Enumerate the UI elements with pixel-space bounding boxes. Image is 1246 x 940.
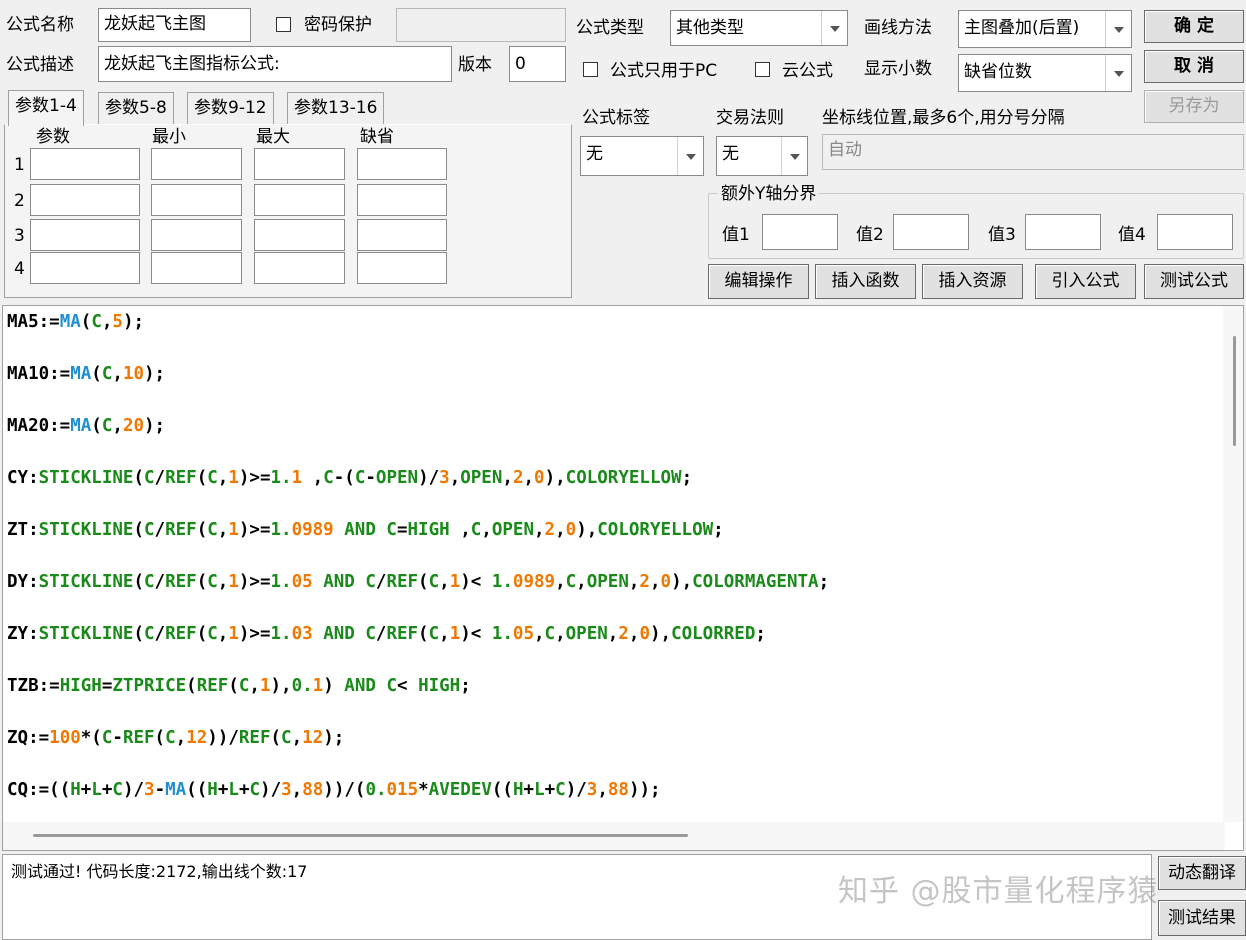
password-checkbox[interactable] — [276, 17, 291, 32]
tab-params-13-16[interactable]: 参数13-16 — [287, 92, 385, 124]
pc-only-label: 公式只用于PC — [610, 61, 718, 81]
param-header-name: 参数 — [36, 127, 70, 147]
cloud-checkbox[interactable] — [755, 62, 770, 77]
yaxis-value2-label: 值2 — [856, 225, 884, 245]
coord-line-label: 坐标线位置,最多6个,用分号分隔 — [822, 108, 1065, 128]
draw-method-select[interactable]: 主图叠加(后置) — [958, 10, 1132, 48]
param-1-max[interactable] — [254, 148, 345, 180]
param-1-name[interactable] — [30, 148, 140, 180]
formula-tag-select[interactable]: 无 — [580, 136, 704, 176]
formula-type-label: 公式类型 — [576, 18, 644, 38]
decimal-label: 显示小数 — [864, 59, 932, 79]
param-1-min[interactable] — [151, 148, 242, 180]
param-4-name[interactable] — [30, 252, 140, 284]
draw-method-value: 主图叠加(后置) — [964, 18, 1080, 38]
formula-desc-input[interactable]: 龙妖起飞主图指标公式: — [98, 46, 452, 82]
pc-only-checkbox[interactable] — [583, 62, 598, 77]
param-2-max[interactable] — [254, 184, 345, 216]
horizontal-scroll-thumb[interactable] — [33, 834, 688, 837]
param-3-max[interactable] — [254, 219, 345, 251]
vertical-scroll-thumb[interactable] — [1233, 336, 1236, 446]
yaxis-value3-label: 值3 — [988, 225, 1016, 245]
dynamic-translate-button[interactable]: 动态翻译 — [1158, 856, 1246, 890]
yaxis-group-title: 额外Y轴分界 — [718, 183, 820, 205]
formula-tag-label: 公式标签 — [582, 108, 650, 128]
version-label: 版本 — [458, 55, 492, 75]
chevron-down-icon[interactable] — [677, 137, 703, 175]
code-line: DY:STICKLINE(C/REF(C,1)>=1.05 AND C/REF(… — [7, 572, 830, 592]
chevron-down-icon[interactable] — [821, 11, 847, 45]
cloud-label: 云公式 — [782, 61, 833, 81]
code-line: CQ:=((H+L+C)/3-MA((H+L+C)/3,88))/(0.015*… — [7, 780, 661, 800]
param-row-number: 2 — [14, 191, 25, 211]
code-line: MA5:=MA(C,5); — [7, 312, 145, 332]
version-input[interactable]: 0 — [509, 46, 566, 82]
param-header-max: 最大 — [256, 127, 290, 147]
trade-rule-select[interactable]: 无 — [716, 136, 808, 176]
param-2-name[interactable] — [30, 184, 140, 216]
param-3-default[interactable] — [357, 219, 447, 251]
tab-params-9-12[interactable]: 参数9-12 — [187, 92, 274, 124]
decimal-value: 缺省位数 — [964, 62, 1032, 82]
yaxis-value1-label: 值1 — [722, 225, 750, 245]
param-row-number: 4 — [14, 259, 25, 279]
param-header-default: 缺省 — [360, 127, 394, 147]
save-as-button: 另存为 — [1144, 90, 1244, 123]
import-formula-button[interactable]: 引入公式 — [1035, 264, 1136, 299]
yaxis-value2-input[interactable] — [893, 214, 969, 250]
code-line: ZT:STICKLINE(C/REF(C,1)>=1.0989 AND C=HI… — [7, 520, 724, 540]
edit-operations-button[interactable]: 编辑操作 — [708, 264, 809, 299]
formula-type-value: 其他类型 — [676, 18, 744, 38]
param-1-default[interactable] — [357, 148, 447, 180]
insert-resource-button[interactable]: 插入资源 — [922, 264, 1023, 299]
param-4-min[interactable] — [151, 252, 242, 284]
trade-rule-value: 无 — [722, 144, 739, 164]
password-label: 密码保护 — [304, 15, 372, 35]
code-line: ZY:STICKLINE(C/REF(C,1)>=1.03 AND C/REF(… — [7, 624, 766, 644]
code-line: CY:STICKLINE(C/REF(C,1)>=1.1 ,C-(C-OPEN)… — [7, 468, 693, 488]
param-4-max[interactable] — [254, 252, 345, 284]
test-result-text: 测试通过! 代码长度:2172,输出线个数:17 — [11, 862, 308, 881]
param-4-default[interactable] — [357, 252, 447, 284]
test-formula-button[interactable]: 测试公式 — [1144, 264, 1244, 299]
param-row-number: 3 — [14, 226, 25, 246]
code-editor[interactable]: MA5:=MA(C,5); MA10:=MA(C,10); MA20:=MA(C… — [2, 305, 1244, 851]
tab-params-5-8[interactable]: 参数5-8 — [98, 92, 174, 124]
yaxis-value3-input[interactable] — [1025, 214, 1101, 250]
vertical-scrollbar[interactable] — [1223, 306, 1243, 822]
test-result-button[interactable]: 测试结果 — [1158, 900, 1246, 936]
chevron-down-icon[interactable] — [1105, 11, 1131, 47]
code-line: MA20:=MA(C,20); — [7, 416, 166, 436]
param-3-min[interactable] — [151, 219, 242, 251]
draw-method-label: 画线方法 — [864, 18, 932, 38]
yaxis-value1-input[interactable] — [762, 214, 838, 250]
code-line: TZB:=HIGH=ZTPRICE(REF(C,1),0.1) AND C< H… — [7, 676, 471, 696]
formula-name-label: 公式名称 — [6, 15, 74, 35]
code-line: ZQ:=100*(C-REF(C,12))/REF(C,12); — [7, 728, 345, 748]
horizontal-scrollbar[interactable] — [3, 822, 1225, 850]
tab-params-1-4[interactable]: 参数1-4 — [8, 90, 84, 126]
param-2-min[interactable] — [151, 184, 242, 216]
param-row-number: 1 — [14, 155, 25, 175]
yaxis-value4-input[interactable] — [1157, 214, 1233, 250]
code-line: MA10:=MA(C,10); — [7, 364, 166, 384]
param-3-name[interactable] — [30, 219, 140, 251]
param-2-default[interactable] — [357, 184, 447, 216]
yaxis-value4-label: 值4 — [1118, 225, 1146, 245]
ok-button[interactable]: 确 定 — [1144, 10, 1244, 43]
decimal-select[interactable]: 缺省位数 — [958, 54, 1132, 92]
trade-rule-label: 交易法则 — [716, 108, 784, 128]
insert-function-button[interactable]: 插入函数 — [815, 264, 916, 299]
chevron-down-icon[interactable] — [1105, 55, 1131, 91]
param-header-min: 最小 — [152, 127, 186, 147]
cancel-button[interactable]: 取 消 — [1144, 50, 1244, 83]
formula-type-select[interactable]: 其他类型 — [670, 10, 848, 46]
formula-desc-label: 公式描述 — [6, 55, 74, 75]
formula-tag-value: 无 — [586, 144, 603, 164]
watermark-text: 知乎 @股市量化程序猿 — [838, 874, 1159, 909]
coord-line-input[interactable]: 自动 — [822, 134, 1244, 170]
password-input — [396, 8, 566, 42]
chevron-down-icon[interactable] — [781, 137, 807, 175]
formula-name-input[interactable]: 龙妖起飞主图 — [98, 8, 251, 42]
